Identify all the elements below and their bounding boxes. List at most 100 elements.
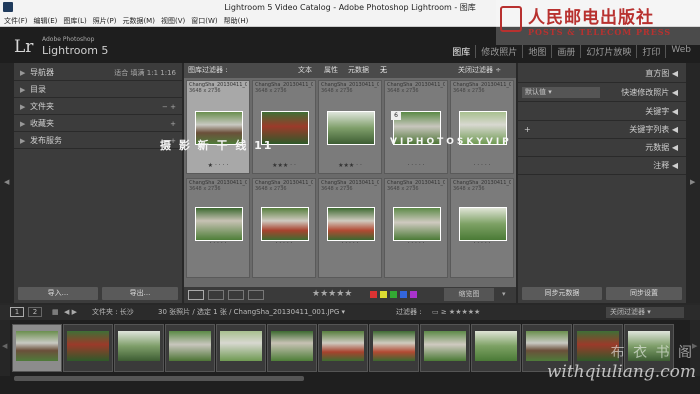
filmstrip-scroll-left-icon[interactable]: ◀ (0, 320, 10, 376)
grid-cell[interactable]: ChangSha_20130411_0... 3648 x 2736 ★★★ · · (252, 80, 316, 174)
grid-cell[interactable]: ChangSha_20130411_0... 3648 x 2736 · · · ·… (384, 178, 448, 278)
cell-rating[interactable]: · · · · · (187, 240, 249, 247)
sync-metadata-button[interactable]: 同步元数据 (522, 287, 602, 300)
module-develop[interactable]: 修改照片 (475, 45, 522, 58)
survey-view-icon[interactable] (248, 290, 264, 300)
cell-rating[interactable]: · · · · · (253, 240, 315, 247)
page-1-button[interactable]: 1 (10, 307, 24, 317)
purple-label-swatch[interactable] (410, 291, 417, 298)
filmstrip-source[interactable]: 文件夹 : 长沙 (92, 305, 134, 320)
zoom-1-1[interactable]: 1:1 (147, 69, 158, 77)
menu-photo[interactable]: 照片(P) (93, 15, 117, 26)
photo-thumbnail[interactable] (195, 207, 243, 241)
sync-settings-button[interactable]: 同步设置 (606, 287, 682, 300)
toolbar-menu-icon[interactable]: ▾ (502, 290, 506, 298)
menu-edit[interactable]: 编辑(E) (34, 15, 58, 26)
quick-develop-header[interactable]: 快速修改照片 ◀ (518, 84, 686, 102)
cell-rating[interactable]: · · · · · (385, 162, 447, 169)
yellow-label-swatch[interactable] (380, 291, 387, 298)
rating-stars[interactable]: ★★★★★ (312, 289, 352, 299)
cell-rating[interactable]: ★★★ · · (319, 162, 381, 169)
filmstrip-thumb[interactable] (165, 324, 215, 372)
folders-header[interactable]: ▶ 文件夹 − + (14, 99, 182, 115)
publish-header[interactable]: ▶ 发布服务 + (14, 133, 182, 149)
histogram-header[interactable]: 直方图 ◀ (518, 65, 686, 83)
module-web[interactable]: Web (665, 45, 696, 58)
filmstrip-thumb[interactable] (63, 324, 113, 372)
module-slideshow[interactable]: 幻灯片放映 (580, 45, 636, 58)
grid-cell[interactable]: ChangSha_20130411_0... 3648 x 2736 · · · ·… (384, 80, 448, 174)
module-print[interactable]: 打印 (636, 45, 665, 58)
grid-icon[interactable]: ▦ (52, 305, 59, 320)
grid-cell[interactable]: ChangSha_20130411_0... 3648 x 2736 · · · ·… (186, 178, 250, 278)
zoom-fill[interactable]: 填满 (131, 69, 145, 77)
left-panel-toggle[interactable]: ◀ (0, 63, 14, 303)
comments-header[interactable]: 注释 ◀ (518, 157, 686, 175)
menu-library[interactable]: 图库(L) (63, 15, 86, 26)
grid-cell[interactable]: ChangSha_20130411_0... 3648 x 2736 · · · ·… (252, 178, 316, 278)
filter-attribute[interactable]: 属性 (324, 63, 338, 78)
filter-metadata[interactable]: 元数据 (348, 63, 369, 78)
zoom-1-16[interactable]: 1:16 (160, 69, 176, 77)
green-label-swatch[interactable] (390, 291, 397, 298)
menu-window[interactable]: 窗口(W) (191, 15, 217, 26)
red-label-swatch[interactable] (370, 291, 377, 298)
back-forward-icon[interactable]: ◀ ▶ (64, 305, 77, 320)
grid-cell[interactable]: ChangSha_20130411_0... 3648 x 2736 ★ · · ·… (186, 80, 250, 174)
collections-header[interactable]: ▶ 收藏夹 + (14, 116, 182, 132)
cell-rating[interactable]: · · · · · (451, 162, 513, 169)
export-button[interactable]: 导出... (102, 287, 178, 300)
module-map[interactable]: 地图 (522, 45, 551, 58)
grid-cell[interactable]: ChangSha_20130411_0... 3648 x 2736 · · · ·… (450, 80, 514, 174)
cell-rating[interactable]: ★ · · · · (187, 162, 249, 169)
photo-thumbnail[interactable] (459, 207, 507, 241)
cell-dimensions: 3648 x 2736 (453, 88, 485, 94)
filter-off-dropdown[interactable]: 关闭过滤器 ÷ (458, 63, 501, 78)
filmstrip-thumb[interactable] (216, 324, 266, 372)
menu-file[interactable]: 文件(F) (4, 15, 28, 26)
catalog-header[interactable]: ▶ 目录 (14, 82, 182, 98)
navigator-header[interactable]: ▶ 导航器 适合 填满 1:1 1:16 (14, 65, 182, 81)
loupe-view-icon[interactable] (208, 290, 224, 300)
cell-rating[interactable]: ★★★ · · (253, 162, 315, 169)
filmstrip-filter-icons[interactable]: ▭ ≥ ★★★★★ (432, 305, 480, 320)
cell-rating[interactable]: · · · · · (385, 240, 447, 247)
metadata-label: 元数据 (645, 143, 670, 152)
photo-thumbnail[interactable] (327, 207, 375, 241)
grid-view-icon[interactable] (188, 290, 204, 300)
cell-rating[interactable]: · · · · · (319, 240, 381, 247)
photo-thumbnail[interactable] (393, 207, 441, 241)
blue-label-swatch[interactable] (400, 291, 407, 298)
zoom-fit[interactable]: 适合 (114, 69, 128, 77)
filter-none[interactable]: 无 (380, 63, 387, 78)
grid-cell[interactable]: ChangSha_20130411_0... 3648 x 2736 · · · ·… (318, 178, 382, 278)
filmstrip-thumb[interactable] (12, 324, 62, 372)
filmstrip-thumb[interactable] (318, 324, 368, 372)
filter-text[interactable]: 文本 (298, 63, 312, 78)
filmstrip-thumb[interactable] (114, 324, 164, 372)
filmstrip-thumb[interactable] (420, 324, 470, 372)
grid-cell[interactable]: ChangSha_20130411_0... 3648 x 2736 · · · ·… (450, 178, 514, 278)
bottom-watermark-cn: 布 衣 书 阁 (610, 345, 694, 361)
menu-help[interactable]: 帮助(H) (224, 15, 249, 26)
filmstrip-thumb[interactable] (267, 324, 317, 372)
folders-add-icon[interactable]: − + (162, 99, 176, 115)
collections-add-icon[interactable]: + (170, 116, 176, 132)
module-book[interactable]: 画册 (551, 45, 580, 58)
cell-rating[interactable]: · · · · · (451, 240, 513, 247)
filmstrip-scrollbar[interactable] (14, 376, 304, 381)
menu-metadata[interactable]: 元数据(M) (122, 15, 155, 26)
right-panel-toggle[interactable]: ▶ (686, 63, 700, 303)
filmstrip-thumb[interactable] (369, 324, 419, 372)
stack-badge[interactable]: 6 (391, 111, 401, 120)
filmstrip-filter-dropdown[interactable]: 关闭过滤器 ▾ (606, 307, 684, 318)
keywording-header[interactable]: 关键字 ◀ (518, 103, 686, 121)
page-2-button[interactable]: 2 (28, 307, 42, 317)
compare-view-icon[interactable] (228, 290, 244, 300)
menu-view[interactable]: 视图(V) (161, 15, 185, 26)
module-library[interactable]: 图库 (447, 45, 475, 58)
thumbnail-size-slider[interactable]: 缩览图 (444, 288, 494, 301)
grid-cell[interactable]: ChangSha_20130411_0... 3648 x 2736 ★★★ · · (318, 80, 382, 174)
import-button[interactable]: 导入... (18, 287, 98, 300)
photo-thumbnail[interactable] (261, 207, 309, 241)
